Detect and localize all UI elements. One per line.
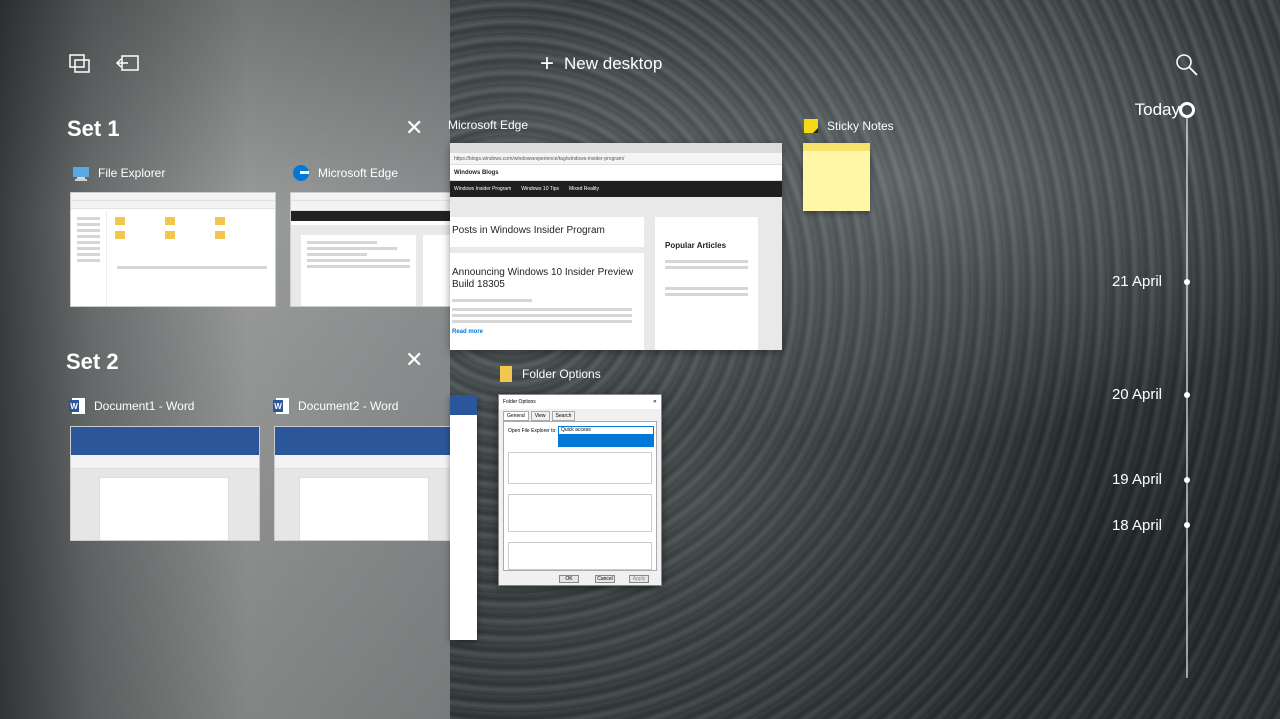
file-explorer-icon <box>73 167 89 181</box>
ungroup-icon[interactable] <box>116 53 140 75</box>
fo-tab-search: Search <box>551 411 576 421</box>
thumb-nav <box>291 211 450 221</box>
fo-body: Open File Explorer to: Quick access <box>503 421 657 571</box>
edge-tab-strip <box>450 143 782 153</box>
nav-item: Windows Insider Program <box>454 186 512 192</box>
edge-address-bar: https://blogs.windows.com/windowsexperie… <box>450 153 782 165</box>
post-card: Announcing Windows 10 Insider Preview Bu… <box>450 253 644 350</box>
sticky-title: Sticky Notes <box>827 119 894 133</box>
fo-tab-general: General <box>503 411 529 421</box>
sets-panel: Set 1 ✕ File Explorer Microsoft Edge Set… <box>0 0 450 719</box>
read-more-link: Read more <box>452 329 484 335</box>
thumb-toolbar <box>71 193 275 201</box>
set-2-window-label-document2[interactable]: W Document2 - Word <box>272 397 398 415</box>
edge-site-nav: Windows Insider Program Windows 10 Tips … <box>450 181 782 197</box>
timeline-date-label[interactable]: 19 April <box>1112 471 1162 488</box>
folder-options-window-label: Folder Options <box>498 365 601 383</box>
edge-icon <box>293 165 309 181</box>
svg-text:W: W <box>70 402 78 411</box>
fo-ok-button: OK <box>559 575 579 583</box>
window-stack-icon[interactable] <box>68 53 92 75</box>
thumb-ribbon <box>71 201 275 209</box>
set-1-window-label-edge[interactable]: Microsoft Edge <box>292 164 398 182</box>
close-set-1-icon[interactable]: ✕ <box>405 117 423 139</box>
popular-heading: Popular Articles <box>665 241 727 250</box>
word-icon: W <box>273 398 289 414</box>
window-label-text: Microsoft Edge <box>318 166 399 180</box>
thumb-address <box>291 201 450 211</box>
word-page <box>99 477 229 540</box>
set-2-title: Set 2 <box>66 349 119 374</box>
sticky-toolbar <box>803 143 870 151</box>
set-1-window-label-file-explorer[interactable]: File Explorer <box>72 164 165 182</box>
fo-titlebar: Folder Options ✕ <box>499 395 661 409</box>
set-1-title: Set 1 <box>67 116 120 141</box>
sticky-notes-icon <box>804 119 818 133</box>
fo-cancel-button: Cancel <box>595 575 615 583</box>
svg-text:W: W <box>274 402 282 411</box>
fo-tab-view: View <box>530 411 550 421</box>
close-icon: ✕ <box>652 399 657 405</box>
word-ribbon <box>275 427 450 455</box>
folder-options-thumbnail[interactable]: Folder Options ✕ General View Search Ope… <box>498 394 662 586</box>
timeline-date-label[interactable]: 20 April <box>1112 386 1162 403</box>
thumb-nav-pane <box>71 211 107 306</box>
timeline-dot[interactable] <box>1184 522 1190 528</box>
edge-page-body: Posts in Windows Insider Program Announc… <box>450 197 782 350</box>
fo-open-to-label: Open File Explorer to: <box>508 428 557 434</box>
window-label-text: File Explorer <box>98 166 166 180</box>
fo-dialog-title: Folder Options <box>503 399 536 405</box>
fo-open-to-select: Quick access <box>558 426 654 435</box>
partial-window-thumbnail[interactable] <box>450 395 477 640</box>
posts-heading: Posts in Windows Insider Program <box>452 225 605 236</box>
site-brand: Windows Blogs <box>454 169 499 176</box>
edge-window-thumbnail[interactable]: https://blogs.windows.com/windowsexperie… <box>450 143 782 350</box>
timeline-dot[interactable] <box>1184 477 1190 483</box>
sticky-notes-thumbnail[interactable] <box>803 143 870 211</box>
fo-tabs: General View Search <box>499 411 661 421</box>
set-2-document2-thumbnail[interactable] <box>274 426 450 541</box>
word-ribbon <box>71 427 259 455</box>
nav-item: Mixed Reality <box>569 186 600 192</box>
plus-icon: + <box>540 50 555 77</box>
word-page <box>299 477 429 540</box>
set-2-window-label-document1[interactable]: W Document1 - Word <box>68 397 194 415</box>
edge-window-title: Microsoft Edge <box>448 118 529 132</box>
edge-site-header: Windows Blogs <box>450 165 782 181</box>
timeline-date-label[interactable]: 18 April <box>1112 517 1162 534</box>
timeline-track <box>1186 118 1188 678</box>
folder-options-title: Folder Options <box>522 367 601 381</box>
posts-heading-card: Posts in Windows Insider Program <box>450 217 644 247</box>
timeline-date-label[interactable]: 21 April <box>1112 273 1162 290</box>
word-icon: W <box>69 398 85 414</box>
timeline-today-marker[interactable] <box>1179 102 1195 118</box>
timeline-dot[interactable] <box>1184 279 1190 285</box>
fo-apply-button: Apply <box>629 575 649 583</box>
nav-item: Windows 10 Tips <box>521 186 560 192</box>
fo-dropdown-list <box>558 435 654 447</box>
set-1-edge-thumbnail[interactable] <box>290 192 450 307</box>
set-1-file-explorer-thumbnail[interactable] <box>70 192 276 307</box>
window-label-text: Document1 - Word <box>94 399 195 413</box>
new-desktop-label: New desktop <box>564 54 663 73</box>
thumb-tabs <box>291 193 450 201</box>
post-title: Announcing Windows 10 Insider Preview Bu… <box>452 267 634 290</box>
thumb-folders <box>115 217 225 239</box>
popular-card: Popular Articles <box>655 217 758 350</box>
set-2-document1-thumbnail[interactable] <box>70 426 260 541</box>
timeline-dot[interactable] <box>1184 392 1190 398</box>
new-desktop-button[interactable]: + New desktop <box>540 52 662 76</box>
sticky-window-label: Sticky Notes <box>803 118 894 134</box>
window-label-text: Document2 - Word <box>298 399 399 413</box>
folder-icon <box>500 366 512 382</box>
timeline-today-label[interactable]: Today <box>1135 100 1180 120</box>
search-icon[interactable] <box>1175 53 1199 77</box>
close-set-2-icon[interactable]: ✕ <box>405 349 423 371</box>
